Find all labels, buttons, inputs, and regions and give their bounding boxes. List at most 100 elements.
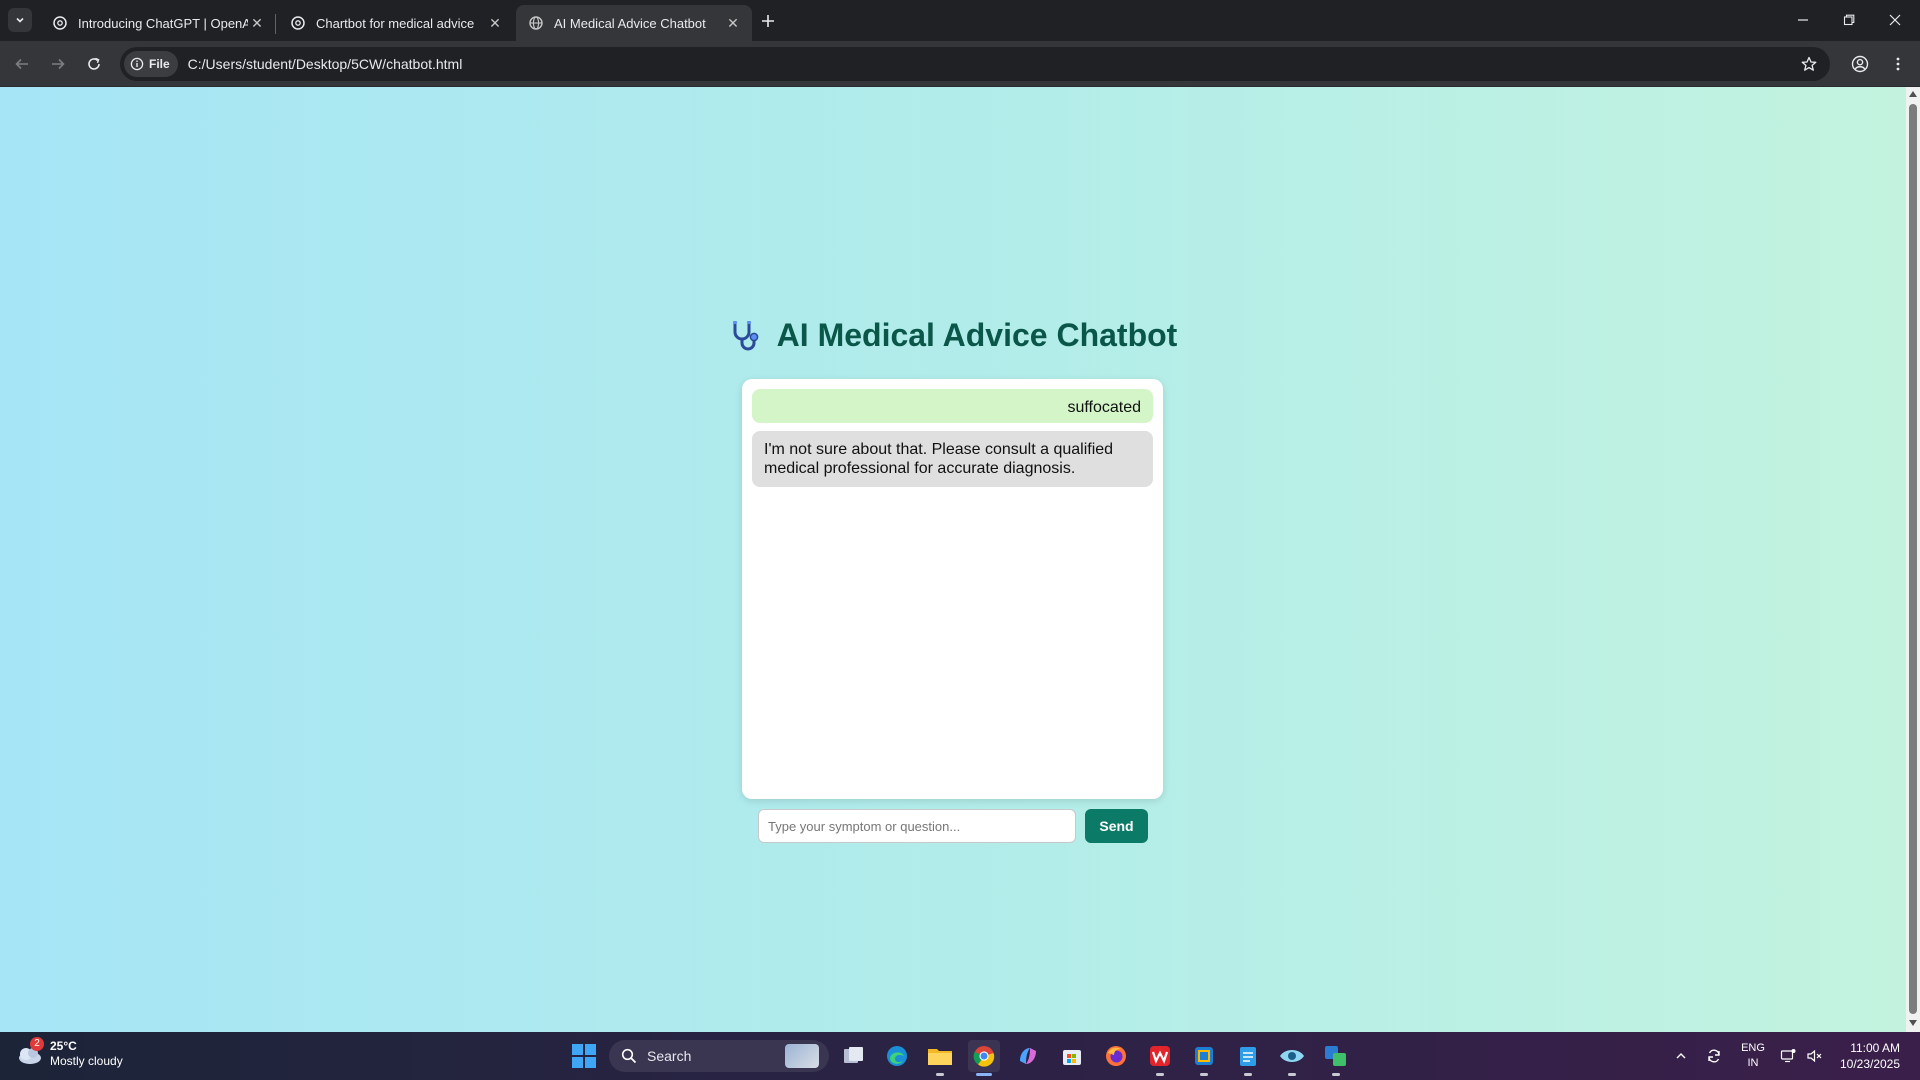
- start-button[interactable]: [572, 1044, 596, 1068]
- more-vert-icon: [1896, 57, 1900, 71]
- site-info-chip[interactable]: File: [124, 51, 178, 77]
- taskbar-edge[interactable]: [881, 1040, 913, 1072]
- show-hidden-icons-button[interactable]: [1668, 1032, 1694, 1080]
- close-icon: [1889, 14, 1901, 26]
- taskbar-app-translator[interactable]: [1320, 1040, 1352, 1076]
- taskbar-wps-office[interactable]: [1144, 1040, 1176, 1076]
- firefox-icon: [1106, 1046, 1126, 1066]
- weather-temp: 25°C: [50, 1039, 77, 1053]
- taskbar-snipping-tool[interactable]: [1188, 1040, 1220, 1076]
- plus-icon: [762, 15, 774, 27]
- reload-button[interactable]: [80, 50, 108, 78]
- star-icon: [1801, 56, 1817, 71]
- scroll-up-arrow[interactable]: [1909, 91, 1917, 97]
- tab-ai-medical-advice-chatbot[interactable]: AI Medical Advice Chatbot ✕: [516, 5, 752, 41]
- scrollbar-thumb[interactable]: [1909, 104, 1917, 1014]
- language-indicator[interactable]: ENG IN: [1736, 1032, 1770, 1080]
- bookmark-button[interactable]: [1794, 49, 1824, 79]
- arrow-right-icon: [52, 58, 65, 70]
- weather-widget[interactable]: 2 25°C Mostly cloudy: [14, 1037, 123, 1069]
- taskbar-store[interactable]: [1056, 1040, 1088, 1072]
- network-button[interactable]: [1776, 1032, 1800, 1080]
- taskbar-copilot[interactable]: [1012, 1040, 1044, 1072]
- browser-toolbar: File C:/Users/student/Desktop/5CW/chatbo…: [0, 41, 1920, 87]
- minimize-icon: [1798, 19, 1808, 21]
- translator-icon: [1325, 1046, 1346, 1066]
- taskbar-search[interactable]: Search: [609, 1040, 829, 1072]
- volume-button[interactable]: [1802, 1032, 1826, 1080]
- forward-button[interactable]: [44, 50, 72, 78]
- running-indicator: [1244, 1073, 1252, 1076]
- tab-title: Chartbot for medical advice: [316, 15, 475, 31]
- running-indicator: [1332, 1073, 1340, 1076]
- close-icon[interactable]: ✕: [724, 15, 742, 32]
- chat-input[interactable]: [758, 809, 1076, 843]
- clock-date: 10/23/2025: [1839, 1057, 1901, 1071]
- network-icon: [1780, 1049, 1796, 1063]
- chevron-up-icon: [1676, 1053, 1686, 1059]
- address-bar[interactable]: File C:/Users/student/Desktop/5CW/chatbo…: [120, 47, 1830, 81]
- task-view-icon: [844, 1047, 863, 1063]
- profile-icon: [1851, 55, 1869, 73]
- tab-search-button[interactable]: [8, 8, 32, 32]
- globe-icon: [529, 16, 543, 30]
- tab-chartbot-medical-advice[interactable]: Chartbot for medical advice ✕: [278, 5, 514, 41]
- openai-icon: [291, 16, 305, 30]
- taskbar-file-explorer[interactable]: [924, 1040, 956, 1076]
- search-highlight-image: [785, 1044, 819, 1068]
- url-text[interactable]: C:/Users/student/Desktop/5CW/chatbot.htm…: [188, 56, 1794, 72]
- task-view-button[interactable]: [838, 1040, 870, 1072]
- close-icon[interactable]: ✕: [248, 15, 266, 32]
- restore-button[interactable]: [1826, 0, 1872, 40]
- new-tab-button[interactable]: [756, 9, 780, 33]
- folder-icon: [928, 1049, 952, 1065]
- close-icon[interactable]: ✕: [486, 15, 504, 32]
- chat-box[interactable]: suffocated I'm not sure about that. Plea…: [742, 379, 1163, 799]
- info-icon: [130, 57, 144, 71]
- taskbar-notepad[interactable]: [1232, 1040, 1264, 1076]
- running-indicator: [1288, 1073, 1296, 1076]
- openai-icon: [53, 16, 67, 30]
- wps-icon: [1150, 1046, 1170, 1066]
- taskbar-search-label: Search: [647, 1048, 692, 1064]
- taskbar: 2 25°C Mostly cloudy Search ENG IN 11:00…: [0, 1032, 1920, 1080]
- language-region: IN: [1747, 1057, 1759, 1069]
- reload-icon: [88, 57, 100, 70]
- sync-icon: [1708, 1049, 1720, 1063]
- eye-icon: [1280, 1050, 1304, 1062]
- notepad-icon: [1240, 1047, 1256, 1066]
- site-chip-label: File: [149, 57, 170, 71]
- notification-badge: 2: [30, 1037, 44, 1051]
- clock[interactable]: 11:00 AM 10/23/2025: [1832, 1032, 1908, 1080]
- page-title: AI Medical Advice Chatbot: [776, 317, 1178, 353]
- weather-condition: Mostly cloudy: [50, 1054, 123, 1068]
- browser-titlebar: Introducing ChatGPT | OpenAI ✕ Chartbot …: [0, 0, 1920, 41]
- taskbar-firefox[interactable]: [1100, 1040, 1132, 1072]
- cloudy-weather-icon: 2: [14, 1037, 44, 1069]
- tab-title: Introducing ChatGPT | OpenAI: [78, 15, 248, 31]
- clock-time: 11:00 AM: [1850, 1041, 1901, 1055]
- snipping-icon: [1195, 1047, 1213, 1065]
- language-code: ENG: [1741, 1042, 1765, 1054]
- chevron-down-icon: [16, 17, 24, 23]
- taskbar-app-eye[interactable]: [1276, 1040, 1308, 1076]
- close-window-button[interactable]: [1872, 0, 1918, 40]
- menu-button[interactable]: [1884, 50, 1912, 78]
- scroll-down-arrow[interactable]: [1909, 1020, 1917, 1026]
- tab-introducing-chatgpt[interactable]: Introducing ChatGPT | OpenAI ✕: [40, 5, 276, 41]
- back-button[interactable]: [8, 50, 36, 78]
- windows-logo-pane: [585, 1057, 596, 1068]
- sync-status-button[interactable]: [1700, 1032, 1728, 1080]
- page-scrollbar[interactable]: [1906, 87, 1920, 1032]
- minimize-button[interactable]: [1780, 0, 1826, 40]
- send-button[interactable]: Send: [1085, 809, 1148, 843]
- page-viewport: AI Medical Advice Chatbot suffocated I'm…: [0, 87, 1906, 1032]
- arrow-left-icon: [15, 58, 28, 70]
- windows-logo-pane: [572, 1057, 583, 1068]
- page-header: AI Medical Advice Chatbot: [0, 317, 1906, 354]
- stethoscope-icon: [732, 320, 759, 350]
- windows-logo-pane: [572, 1044, 583, 1055]
- taskbar-chrome[interactable]: [968, 1040, 1000, 1076]
- search-icon: [621, 1048, 637, 1064]
- profile-button[interactable]: [1846, 50, 1874, 78]
